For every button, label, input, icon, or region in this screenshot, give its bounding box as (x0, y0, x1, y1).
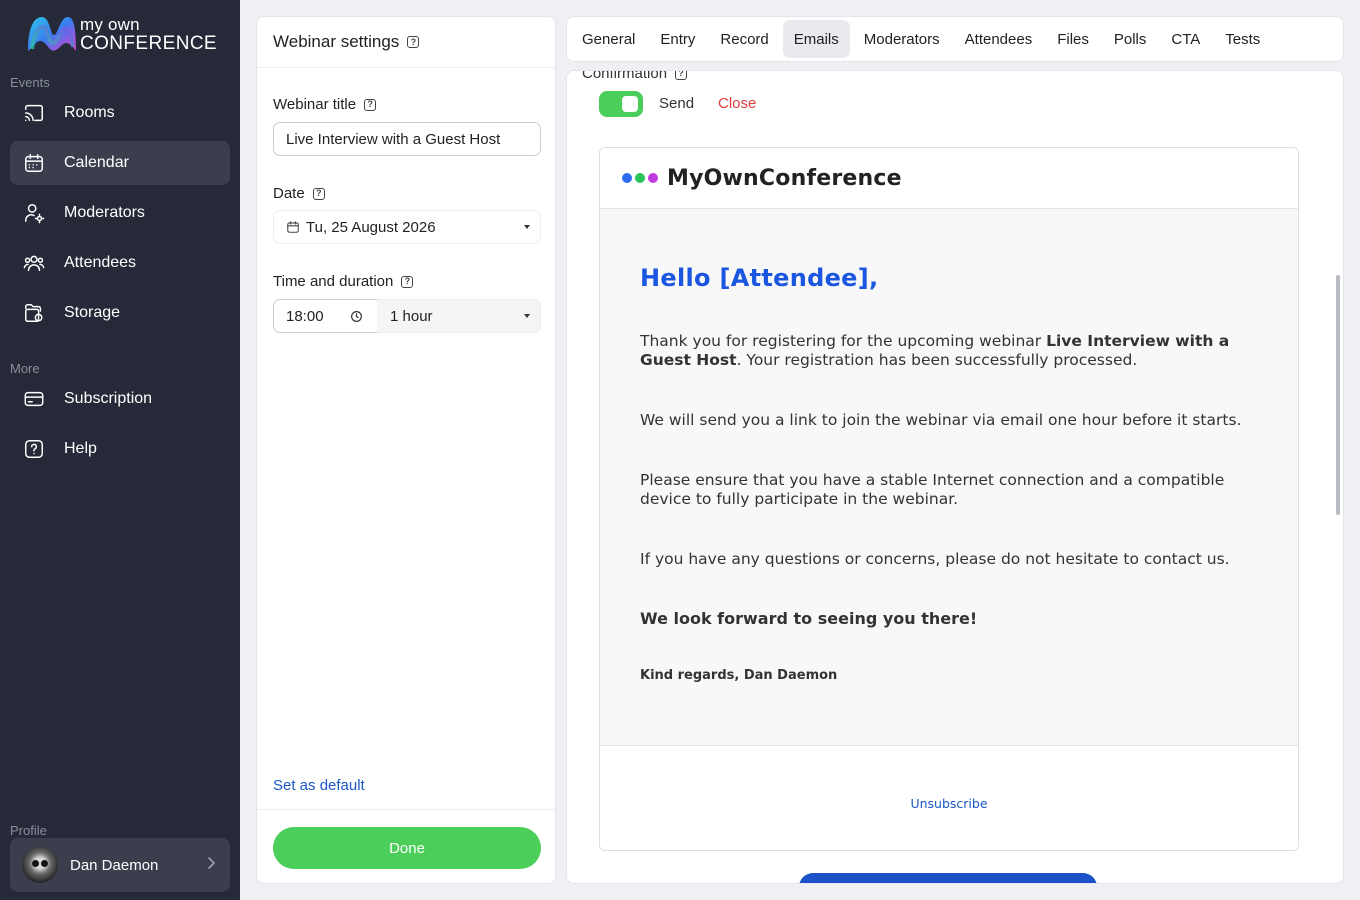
card-icon (22, 387, 46, 411)
sidebar-item-label: Attendees (64, 254, 137, 271)
clock-icon (350, 310, 363, 323)
tab-record[interactable]: Record (709, 20, 779, 58)
tab-emails[interactable]: Emails (782, 20, 850, 58)
email-header: MyOwnConference (600, 148, 1298, 209)
logo-mark-icon (26, 13, 78, 55)
email-editor-panel: Confirmation ? Send Close MyOwnConferenc… (566, 70, 1344, 884)
sidebar-item-calendar[interactable]: Calendar (10, 141, 230, 185)
tab-attendees[interactable]: Attendees (954, 20, 1044, 58)
settings-header: Webinar settings ? (257, 17, 555, 68)
email-paragraph-2: We will send you a link to join the webi… (640, 411, 1242, 429)
duration-select[interactable]: 1 hour (377, 299, 541, 333)
settings-tabs: General Entry Record Emails Moderators A… (566, 16, 1344, 62)
date-label-text: Date (273, 185, 305, 202)
date-value: Tu, 25 August 2026 (306, 218, 436, 236)
help-icon[interactable]: ? (407, 36, 420, 48)
sidebar-item-attendees[interactable]: Attendees (10, 241, 230, 285)
time-input[interactable]: 18:00 (273, 299, 378, 333)
email-brand: MyOwnConference (667, 165, 902, 191)
calendar-icon (286, 220, 300, 234)
tab-files[interactable]: Files (1046, 20, 1100, 58)
time-duration-label: Time and duration ? (273, 273, 414, 290)
profile-card[interactable]: Dan Daemon (10, 838, 230, 892)
sidebar: my own CONFERENCE Events Rooms Calendar … (0, 0, 240, 900)
email-closing: We look forward to seeing you there! (640, 609, 978, 628)
send-label: Send (659, 95, 695, 112)
more-section-label: More (10, 361, 40, 376)
email-paragraph-4: If you have any questions or concerns, p… (640, 550, 1230, 568)
tab-cta[interactable]: CTA (1160, 20, 1211, 58)
settings-title: Webinar settings (273, 32, 400, 51)
duration-value: 1 hour (390, 307, 433, 325)
sidebar-item-label: Storage (64, 304, 121, 321)
time-duration-label-text: Time and duration (273, 273, 394, 290)
email-signature: Kind regards, Dan Daemon (640, 668, 838, 683)
sidebar-item-subscription[interactable]: Subscription (10, 377, 230, 421)
tab-moderators[interactable]: Moderators (853, 20, 951, 58)
webinar-title-label-text: Webinar title (273, 96, 357, 113)
save-email-button[interactable] (799, 873, 1097, 883)
sidebar-item-storage[interactable]: Storage (10, 291, 230, 335)
time-value: 18:00 (286, 307, 324, 325)
tab-tests[interactable]: Tests (1214, 20, 1271, 58)
folder-icon (22, 301, 46, 325)
logo-text-top: my own (80, 14, 140, 34)
webinar-title-input[interactable] (273, 122, 541, 156)
email-greeting: Hello [Attendee], (640, 264, 879, 292)
sidebar-item-label: Rooms (64, 104, 115, 121)
confirmation-label-text: Confirmation (582, 70, 668, 82)
tab-general[interactable]: General (571, 20, 646, 58)
email-preview: MyOwnConference Hello [Attendee], Thank … (599, 147, 1299, 851)
p1-text: Thank you for registering for the upcomi… (640, 332, 1047, 350)
app-logo[interactable]: my own CONFERENCE (26, 12, 218, 56)
email-body[interactable]: Hello [Attendee], Thank you for register… (600, 264, 1298, 683)
help-icon[interactable]: ? (675, 71, 688, 80)
help-icon[interactable]: ? (401, 275, 414, 288)
divider (257, 809, 555, 810)
date-label: Date ? (273, 185, 325, 202)
p1-text-end: . Your registration has been successfull… (736, 351, 1138, 369)
done-button[interactable]: Done (273, 827, 541, 869)
brand-dots-icon (622, 173, 661, 183)
caret-down-icon (524, 314, 530, 318)
email-paragraph-3: Please ensure that you have a stable Int… (640, 471, 1225, 508)
email-paragraph-1: Thank you for registering for the upcomi… (640, 332, 1258, 370)
tab-entry[interactable]: Entry (649, 20, 706, 58)
logo-text-bottom: CONFERENCE (80, 32, 218, 54)
brand-dot (648, 173, 658, 183)
scrollbar[interactable] (1336, 275, 1340, 515)
help-icon[interactable]: ? (312, 187, 325, 200)
calendar-icon (22, 151, 46, 175)
send-toggle[interactable] (599, 91, 643, 117)
help-icon (22, 437, 46, 461)
help-icon[interactable]: ? (364, 98, 377, 111)
confirmation-section-label: Confirmation ? (582, 70, 688, 82)
close-link[interactable]: Close (718, 95, 756, 112)
email-footer: Unsubscribe (600, 745, 1298, 850)
tab-polls[interactable]: Polls (1103, 20, 1158, 58)
attendees-icon (22, 251, 46, 275)
unsubscribe-link[interactable]: Unsubscribe (910, 796, 987, 811)
caret-down-icon (524, 225, 530, 229)
webinar-title-label: Webinar title ? (273, 96, 377, 113)
sidebar-item-rooms[interactable]: Rooms (10, 91, 230, 135)
sidebar-item-label: Calendar (64, 154, 129, 171)
moderator-icon (22, 201, 46, 225)
brand-dot (622, 173, 632, 183)
sidebar-item-label: Moderators (64, 204, 145, 221)
profile-section-label: Profile (10, 823, 47, 838)
sidebar-item-label: Subscription (64, 390, 153, 407)
webinar-settings-panel: Webinar settings ? Webinar title ? Date … (256, 16, 556, 884)
date-picker[interactable]: Tu, 25 August 2026 (273, 210, 541, 244)
events-section-label: Events (10, 75, 50, 90)
set-as-default-link[interactable]: Set as default (273, 777, 365, 794)
brand-dot (635, 173, 645, 183)
chevron-right-icon (206, 856, 216, 875)
cast-icon (22, 101, 46, 125)
sidebar-item-label: Help (64, 440, 97, 457)
sidebar-item-help[interactable]: Help (10, 427, 230, 471)
sidebar-item-moderators[interactable]: Moderators (10, 191, 230, 235)
avatar (22, 847, 58, 883)
profile-name: Dan Daemon (70, 856, 159, 874)
